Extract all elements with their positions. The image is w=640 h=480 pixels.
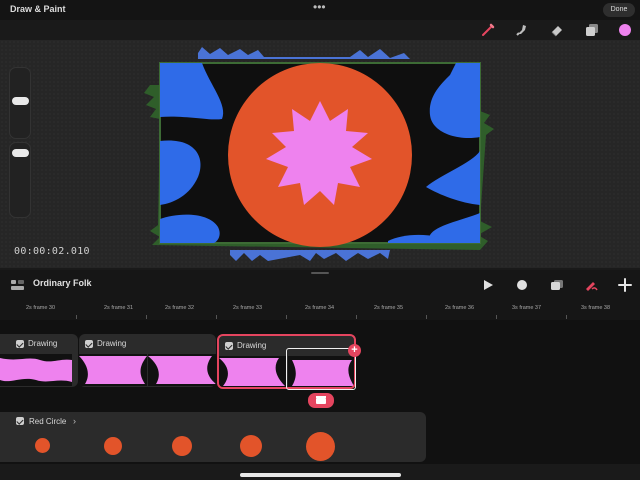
keyframe-dot[interactable] — [172, 436, 192, 456]
home-indicator — [240, 473, 401, 477]
layers-icon[interactable] — [583, 21, 601, 39]
drawing-clip[interactable]: Drawing — [79, 334, 216, 387]
brush-size-knob[interactable] — [12, 97, 29, 105]
group-checkbox-wrap[interactable] — [16, 417, 26, 427]
opacity-slider[interactable] — [9, 142, 31, 218]
eraser-icon[interactable] — [548, 21, 566, 39]
app-title: Draw & Paint — [10, 4, 66, 14]
frame-label: 2s frame 36 — [445, 305, 475, 311]
ruler-tick — [286, 315, 287, 319]
chevron-right-icon[interactable]: › — [73, 416, 76, 426]
ellipsis-icon[interactable]: ••• — [313, 0, 326, 14]
group-label: Red Circle — [29, 417, 67, 426]
top-bar: Draw & Paint ••• Done — [0, 0, 640, 20]
ruler-tick — [356, 315, 357, 319]
panel-drag-handle[interactable] — [311, 272, 329, 274]
clip-visibility-checkbox[interactable] — [85, 340, 93, 348]
onion-skin-icon[interactable] — [549, 277, 565, 293]
ruler-tick — [216, 315, 217, 319]
frame-label: 2s frame 33 — [233, 305, 263, 311]
frame-label: 3s frame 38 — [581, 305, 611, 311]
keyframe-dot[interactable] — [104, 437, 122, 455]
done-button[interactable]: Done — [603, 3, 635, 17]
play-icon[interactable] — [480, 277, 496, 293]
keyframe-dot[interactable] — [240, 435, 262, 457]
ruler-tick — [146, 315, 147, 319]
frame-thumbnail[interactable] — [79, 354, 147, 386]
keyframe-dot[interactable] — [306, 432, 335, 461]
clip-visibility-checkbox[interactable] — [225, 342, 233, 350]
frame-label: 2s frame 35 — [374, 305, 404, 311]
clapperboard-icon[interactable] — [308, 393, 334, 408]
clip-label: Drawing — [97, 339, 127, 348]
clip-visibility-checkbox[interactable] — [16, 340, 24, 348]
frame-label: 3s frame 37 — [512, 305, 542, 311]
frame-label: 2s frame 30 — [26, 305, 56, 311]
ruler-tick — [426, 315, 427, 319]
frame-thumbnail[interactable] — [219, 356, 287, 387]
keyframe-dot[interactable] — [35, 438, 50, 453]
add-icon[interactable] — [617, 277, 633, 293]
artwork-canvas[interactable] — [140, 45, 500, 265]
smudge-icon[interactable] — [513, 21, 531, 39]
frame-label: 2s frame 32 — [165, 305, 195, 311]
clip-label: Drawing — [237, 341, 267, 350]
add-frame-button[interactable]: + — [348, 344, 361, 357]
ruler-tick — [76, 315, 77, 319]
brush-size-slider[interactable] — [9, 67, 31, 139]
frame-label: 2s frame 31 — [104, 305, 134, 311]
ruler-tick — [566, 315, 567, 319]
ruler-tick — [496, 315, 497, 319]
clip-label: Drawing — [28, 339, 58, 348]
project-icon[interactable] — [11, 280, 24, 290]
brush-icon[interactable] — [479, 21, 497, 39]
project-name[interactable]: Ordinary Folk — [33, 278, 92, 288]
timeline-header — [0, 270, 640, 298]
drawing-clip[interactable]: Drawing — [0, 334, 78, 387]
frame-thumbnail[interactable] — [0, 354, 72, 386]
group-visibility-checkbox[interactable] — [16, 417, 24, 425]
draw-mode-icon[interactable] — [583, 277, 599, 293]
frame-label: 2s frame 34 — [305, 305, 335, 311]
opacity-knob[interactable] — [12, 149, 29, 157]
timecode: 00:00:02.010 — [14, 246, 90, 257]
frame-thumbnail[interactable] — [148, 354, 216, 386]
selected-frame-outline[interactable] — [286, 348, 356, 390]
record-icon[interactable] — [514, 277, 530, 293]
color-swatch-icon[interactable] — [616, 21, 634, 39]
